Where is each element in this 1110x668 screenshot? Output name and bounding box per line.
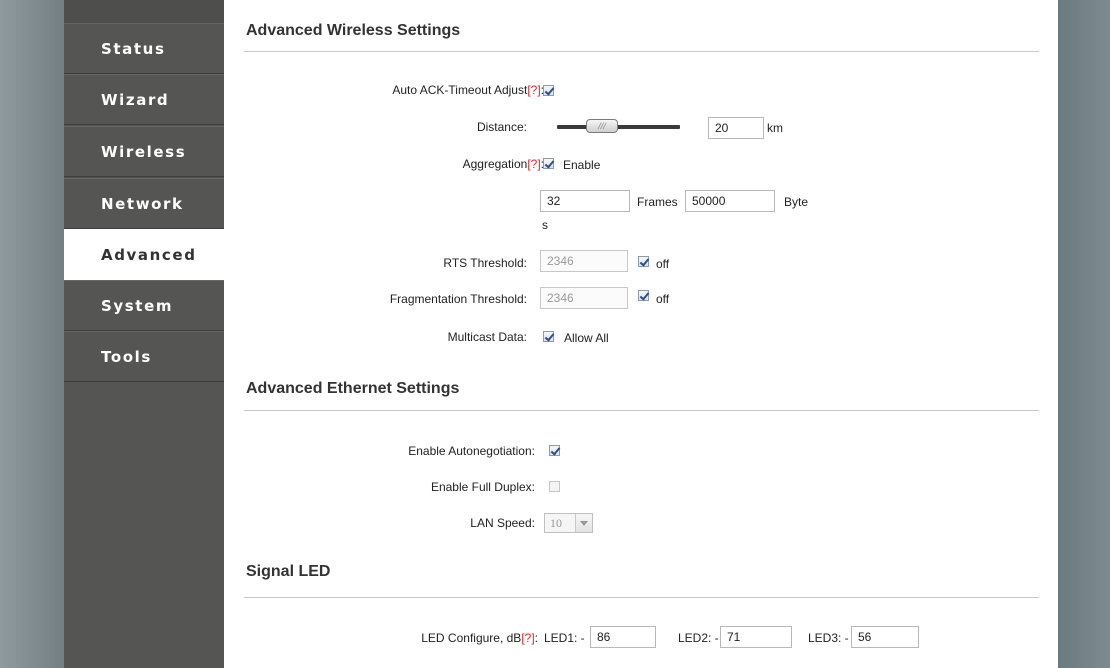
aggregation-label: Aggregation[?]: (462, 157, 544, 171)
multicast-data-label: Multicast Data: (447, 330, 527, 344)
aggregation-checkbox[interactable] (543, 158, 554, 169)
led-configure-label: LED Configure, dB[?]: (421, 631, 538, 645)
signal-led-section-title: Signal LED (246, 563, 331, 580)
wireless-section-title: Advanced Wireless Settings (246, 22, 461, 39)
section-divider (244, 51, 1039, 52)
fragmentation-off-checkbox[interactable] (638, 290, 649, 301)
lan-speed-value: 10 (550, 516, 562, 530)
distance-input[interactable] (708, 117, 764, 139)
multicast-allow-checkbox[interactable] (543, 331, 554, 342)
section-divider (244, 597, 1039, 598)
nav-item-label: Wizard (101, 90, 170, 109)
full-duplex-label: Enable Full Duplex: (430, 480, 535, 494)
distance-label: Distance: (476, 120, 527, 134)
nav-item-tools[interactable]: Tools (64, 331, 224, 382)
led3-label: LED3: - (808, 631, 849, 645)
ack-timeout-label: Auto ACK-Timeout Adjust[?]: (392, 83, 544, 97)
fragmentation-threshold-label: Fragmentation Threshold: (389, 292, 527, 306)
nav-item-status[interactable]: Status (64, 23, 224, 74)
ack-timeout-checkbox[interactable] (543, 85, 554, 96)
fragmentation-threshold-input[interactable] (540, 287, 628, 309)
frames-unit: Frames (637, 195, 678, 209)
aggregation-enable-label: Enable (563, 158, 601, 172)
fragmentation-off-label: off (656, 292, 670, 306)
multicast-allow-label: Allow All (564, 331, 609, 345)
distance-slider-handle[interactable]: /// (586, 119, 618, 133)
nav-item-advanced[interactable]: Advanced (64, 229, 224, 280)
background-left (0, 0, 64, 668)
chevron-down-icon[interactable] (575, 514, 592, 532)
full-duplex-checkbox[interactable] (549, 481, 560, 492)
distance-unit: km (767, 121, 783, 135)
section-divider (244, 410, 1039, 411)
led1-input[interactable] (590, 626, 656, 648)
led2-input[interactable] (720, 626, 792, 648)
rts-off-label: off (656, 257, 670, 271)
nav-item-label: Tools (101, 347, 152, 366)
nav-item-wireless[interactable]: Wireless (64, 126, 224, 177)
aggregation-frames-input[interactable] (540, 190, 630, 212)
rts-threshold-input[interactable] (540, 250, 628, 272)
distance-slider-track[interactable] (557, 125, 680, 129)
sidebar-nav: Status Wizard Wireless Network Advanced … (64, 0, 224, 668)
nav-item-network[interactable]: Network (64, 178, 224, 229)
nav-item-label: System (101, 296, 174, 315)
led1-label: LED1: - (544, 631, 585, 645)
led3-input[interactable] (851, 626, 919, 648)
bytes-unit-wrap: s (542, 218, 548, 232)
lan-speed-select[interactable]: 10 (544, 513, 593, 533)
help-link[interactable]: [?] (521, 631, 534, 645)
rts-off-checkbox[interactable] (638, 256, 649, 267)
led2-label: LED2: - (678, 631, 719, 645)
background-right (1058, 0, 1110, 668)
sidebar-top-strip (64, 0, 224, 24)
aggregation-bytes-input[interactable] (685, 190, 775, 212)
ethernet-section-title: Advanced Ethernet Settings (246, 380, 460, 397)
autonegotiation-label: Enable Autonegotiation: (408, 444, 535, 458)
help-link[interactable]: [?] (527, 83, 540, 97)
nav-item-label: Wireless (101, 142, 187, 161)
bytes-unit: Byte (784, 195, 809, 209)
nav-item-label: Status (101, 39, 166, 58)
main-content: Advanced Wireless Settings Auto ACK-Time… (224, 0, 1058, 668)
nav-item-label: Advanced (101, 245, 197, 264)
nav-item-system[interactable]: System (64, 280, 224, 331)
lan-speed-label: LAN Speed: (470, 516, 535, 530)
nav-item-wizard[interactable]: Wizard (64, 74, 224, 125)
help-link[interactable]: [?] (527, 157, 540, 171)
autonegotiation-checkbox[interactable] (549, 445, 560, 456)
rts-threshold-label: RTS Threshold: (443, 256, 527, 270)
nav-item-label: Network (101, 194, 184, 213)
